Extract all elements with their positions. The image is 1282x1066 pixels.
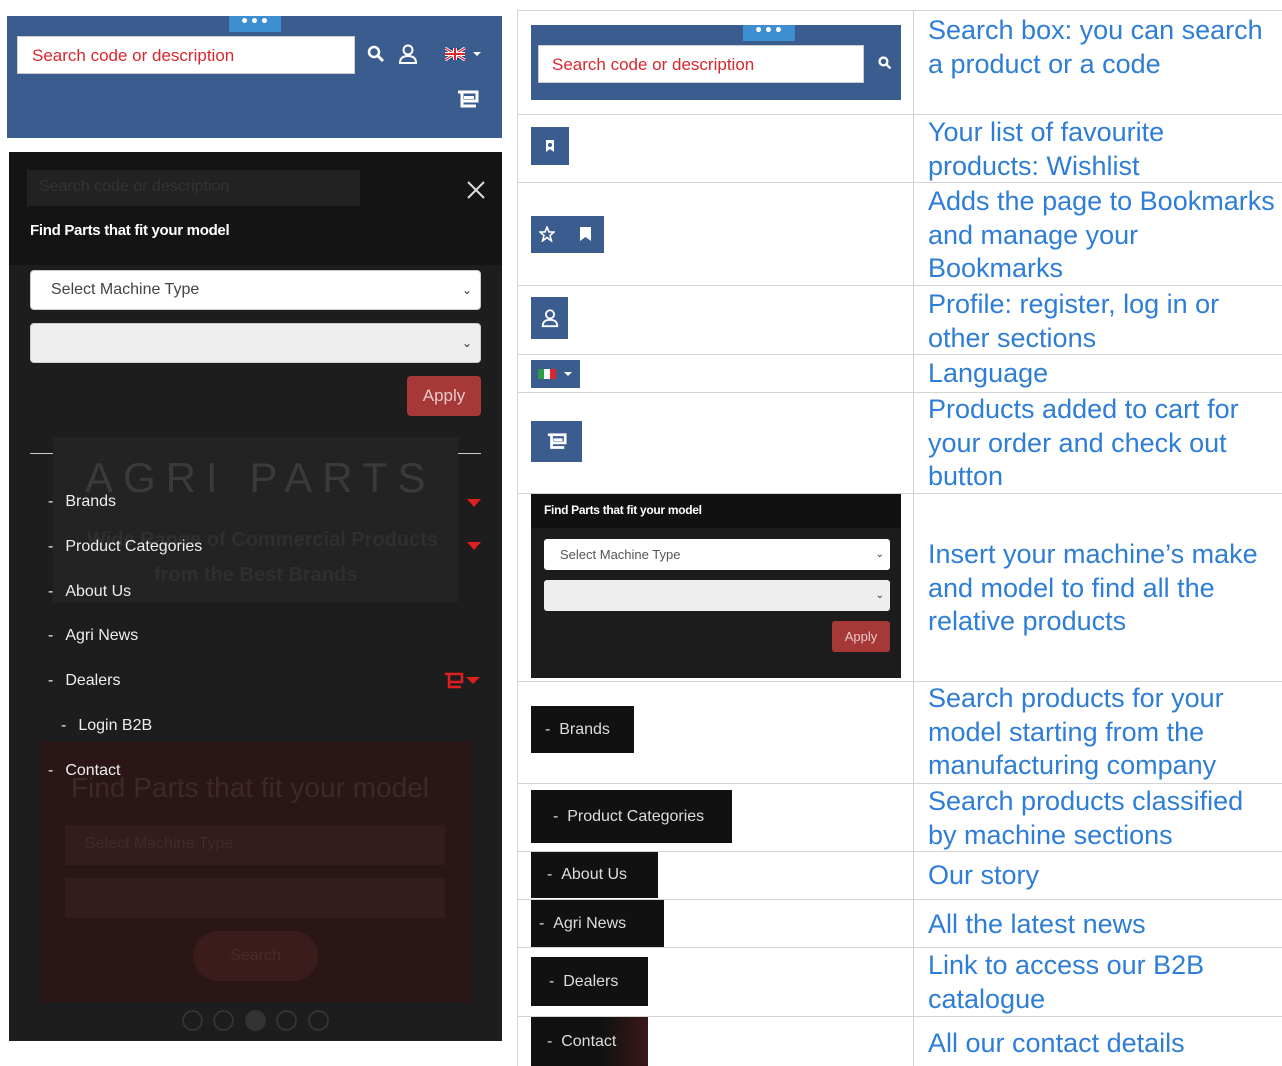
- table-border: [517, 947, 1282, 948]
- table-border: [517, 114, 1282, 115]
- chevron-down-icon: ⌄: [875, 549, 884, 560]
- bg-find-parts: Find Parts that fit your model: [71, 772, 429, 803]
- machine-type-select[interactable]: Select Machine Type ⌄: [30, 270, 481, 310]
- carousel-dot[interactable]: [308, 1010, 329, 1031]
- thumb-label: Dealers: [563, 972, 619, 990]
- thumb-label: Product Categories: [567, 807, 705, 825]
- menu-item-brands[interactable]: - Brands: [48, 493, 116, 511]
- menu-top-band: [9, 152, 502, 265]
- user-icon[interactable]: [396, 42, 420, 66]
- table-border: [517, 783, 1282, 784]
- apply-button[interactable]: Apply: [407, 376, 481, 416]
- thumb-label: Agri News: [553, 914, 627, 932]
- menu-item-label: Agri News: [65, 627, 139, 644]
- thumb-about-us: - About Us: [531, 852, 658, 898]
- menu-item-product-categories[interactable]: - Product Categories: [48, 538, 202, 556]
- chevron-down-icon: ⌄: [875, 590, 884, 601]
- cart-icon: [531, 421, 582, 462]
- menu-item-label: Login B2B: [78, 717, 153, 734]
- language-flag-icon: [531, 360, 580, 388]
- row-desc: Search products classified by machine se…: [928, 786, 1244, 850]
- more-dots-icon: •••: [743, 24, 795, 41]
- thumb-bookmarks: [531, 216, 604, 253]
- thumb-brands: - Brands: [531, 706, 634, 753]
- search-icon[interactable]: [365, 43, 387, 65]
- table-border: [913, 10, 914, 1066]
- thumb-apply: Apply: [832, 621, 890, 652]
- banner-line2: from the Best Brands: [154, 564, 358, 586]
- machine-model-select[interactable]: ⌄: [30, 323, 481, 363]
- bg-select: Select Machine Type: [65, 825, 445, 865]
- search-input[interactable]: Search code or description: [17, 36, 355, 74]
- menu-item-label: About Us: [65, 583, 132, 600]
- mobile-menu-overlay: Search code or description Find Parts th…: [9, 152, 502, 1041]
- carousel-dot[interactable]: [182, 1010, 203, 1031]
- thumb-product-categories: - Product Categories: [531, 790, 732, 843]
- row-desc: All the latest news: [928, 909, 1146, 939]
- menu-item-about-us[interactable]: - About Us: [48, 583, 131, 601]
- carousel-dot-active[interactable]: [245, 1010, 266, 1031]
- thumb-dealers: - Dealers: [531, 957, 648, 1006]
- thumb-label: Contact: [561, 1032, 617, 1050]
- more-dots-icon[interactable]: •••: [229, 15, 281, 32]
- chevron-down-icon: ⌄: [461, 336, 472, 350]
- row-desc: Language: [928, 358, 1049, 388]
- menu-item-login-b2b[interactable]: - Login B2B: [61, 717, 152, 735]
- thumb-contact: - Contact: [531, 1017, 648, 1066]
- row-desc: Search products for your model starting …: [928, 683, 1224, 780]
- table-border: [517, 10, 1282, 11]
- carousel-dot[interactable]: [276, 1010, 297, 1031]
- row-desc: Link to access our B2B catalogue: [928, 950, 1205, 1014]
- cart-icon[interactable]: [454, 88, 482, 112]
- carousel-dot[interactable]: [213, 1010, 234, 1031]
- select-label: Select Machine Type: [51, 281, 200, 298]
- menu-item-contact[interactable]: - Contact: [48, 762, 120, 780]
- banner-title: AGRI PARTS: [85, 454, 436, 501]
- menu-item-agri-news[interactable]: - Agri News: [48, 627, 138, 645]
- chevron-down-icon: ⌄: [461, 283, 472, 297]
- cart-dropdown-icon[interactable]: [442, 670, 482, 692]
- thumb-find-parts-title: Find Parts that fit your model: [544, 503, 702, 517]
- thumb-search-header: ••• Search code or description: [531, 24, 901, 100]
- thumb-agri-news: - Agri News: [531, 900, 664, 947]
- thumb-search-input: Search code or description: [538, 45, 864, 83]
- row-desc: Our story: [928, 860, 1040, 890]
- user-icon: [531, 297, 568, 339]
- bookmark-icon: [575, 224, 595, 244]
- close-icon[interactable]: [464, 178, 488, 202]
- menu-item-label: Product Categories: [65, 538, 203, 555]
- bg-select-2: [65, 878, 445, 918]
- wishlist-icon: [531, 127, 569, 165]
- row-desc: All our contact details: [928, 1028, 1185, 1058]
- menu-item-label: Brands: [65, 493, 117, 510]
- row-desc: Your list of favourite products: Wishlis…: [928, 117, 1165, 181]
- ghost-search-input: Search code or description: [27, 170, 360, 206]
- thumb-find-parts: Find Parts that fit your model Select Ma…: [531, 494, 901, 678]
- row-desc: Profile: register, log in or other secti…: [928, 289, 1220, 353]
- menu-item-label: Contact: [65, 762, 121, 779]
- thumb-select: Select Machine Type ⌄: [544, 539, 890, 570]
- table-border: [517, 10, 518, 1066]
- row-desc: Insert your machine’s make and model to …: [928, 539, 1258, 636]
- thumb-label: About Us: [561, 866, 628, 883]
- thumb-select-label: Select Machine Type: [560, 547, 681, 562]
- language-flag-icon[interactable]: [445, 46, 485, 62]
- thumb-select-2: ⌄: [544, 580, 890, 611]
- find-parts-title: Find Parts that fit your model: [30, 222, 230, 239]
- expand-brands-icon[interactable]: [467, 499, 481, 507]
- menu-item-label: Dealers: [65, 672, 121, 689]
- search-icon: [875, 53, 895, 73]
- row-desc: Search box: you can search a product or …: [928, 15, 1263, 79]
- star-icon: [537, 224, 557, 244]
- thumb-label: Brands: [559, 720, 610, 738]
- row-desc: Adds the page to Bookmarks and manage yo…: [928, 186, 1275, 283]
- expand-categories-icon[interactable]: [467, 542, 481, 550]
- menu-item-dealers[interactable]: - Dealers: [48, 672, 120, 690]
- row-desc: Products added to cart for your order an…: [928, 394, 1239, 491]
- site-header: ••• Search code or description: [7, 15, 502, 138]
- bg-search-button: Search: [193, 931, 318, 981]
